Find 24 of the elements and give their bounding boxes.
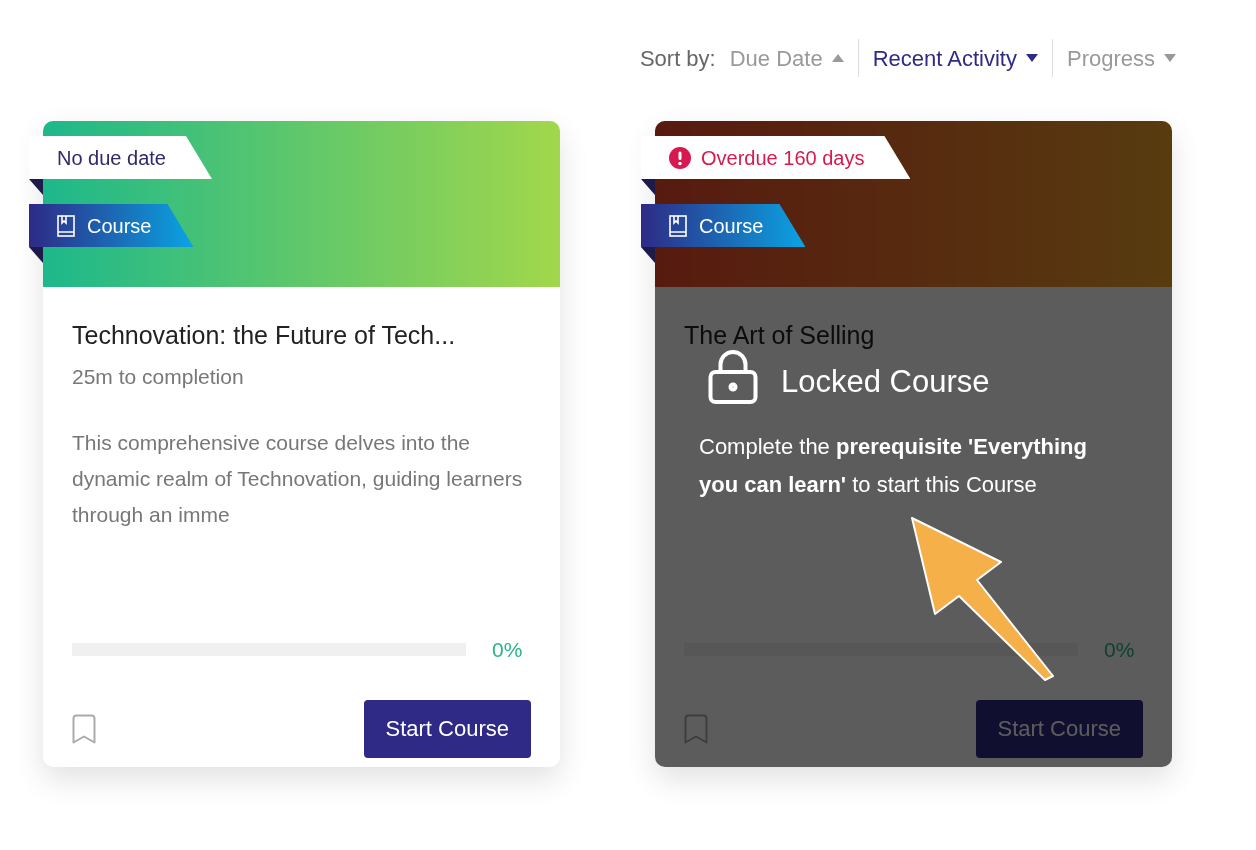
course-type-label: Course (699, 213, 764, 239)
course-duration: 25m to completion (72, 364, 245, 390)
alert-icon (669, 146, 691, 169)
sort-option[interactable]: Progress (1066, 41, 1176, 75)
sort-label: Sort by: (639, 44, 716, 73)
caret-down-icon (1164, 54, 1176, 62)
course-title: Technovation: the Future of Tech... (72, 320, 457, 351)
caret-down-icon (1025, 54, 1038, 62)
book-icon (57, 214, 75, 237)
course-description: This comprehensive course delves into the dynamic realm of Technovation, guiding learners through an imme (72, 430, 524, 528)
start-course-button[interactable]: Start Course (363, 699, 531, 758)
progress-percent: 0% (492, 637, 523, 663)
locked-title: Locked Course (781, 362, 990, 401)
course-title: The Art of Selling (684, 320, 876, 351)
course-type-label: Course (87, 213, 152, 239)
locked-message: Complete the prerequisite 'Everything you can learn' to start this Course (699, 433, 1088, 499)
caret-up-icon (831, 54, 844, 62)
due-date-label: Overdue 160 days (701, 145, 865, 171)
sort-option[interactable]: Recent Activity (872, 41, 1038, 75)
sort-option[interactable]: Due Date (729, 41, 844, 75)
start-course-button[interactable]: Start Course (975, 699, 1143, 758)
book-icon (669, 214, 687, 237)
progress-percent: 0% (1104, 637, 1135, 663)
due-date-label: No due date (57, 145, 166, 171)
